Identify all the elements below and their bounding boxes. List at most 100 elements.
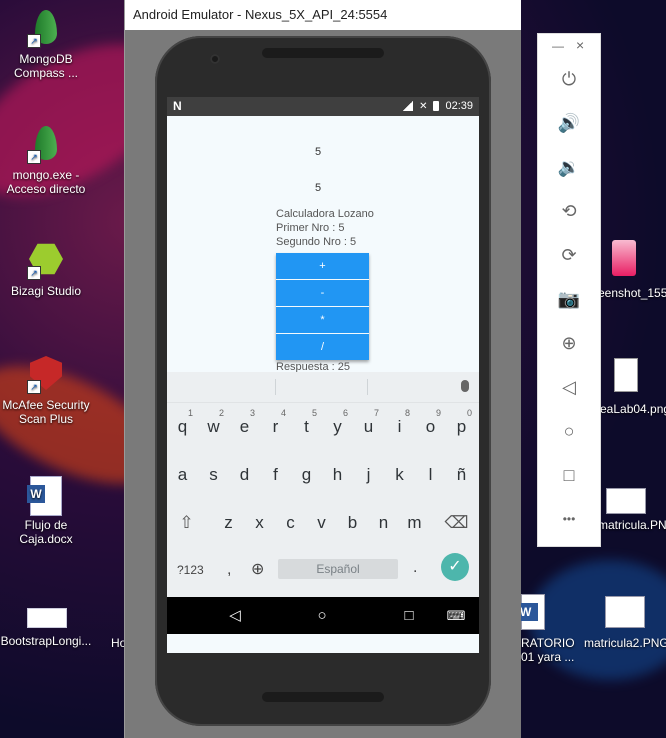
key-h[interactable]: h — [322, 451, 353, 499]
desktop-icon-label: matricula2.PNG — [584, 636, 666, 650]
key-g[interactable]: g — [291, 451, 322, 499]
status-time: 02:39 — [445, 100, 473, 112]
desktop-icon-label: eenshot_155. — [598, 286, 666, 300]
word-document-icon: W — [520, 594, 545, 630]
key-z[interactable]: z — [213, 499, 244, 547]
desktop-icon-label: MongoDB Compass ... — [13, 52, 79, 80]
status-bar: N ✕ 02:39 — [167, 97, 479, 116]
android-nav-bar: ◁ ○ □ ⌨ — [167, 597, 479, 634]
key-v[interactable]: v — [306, 499, 337, 547]
desktop-icon-label: matricula.PNG — [598, 518, 666, 532]
close-button[interactable]: × — [576, 37, 584, 53]
image-file-icon — [605, 596, 645, 628]
keyboard-row-1: 1q 2w 3e 4r 5t 6y 7u 8i 9o 0p — [167, 403, 479, 451]
app-title: Calculadora Lozano — [276, 208, 374, 220]
bootstraplongi-file[interactable]: BootstrapLongi... — [0, 608, 92, 648]
word-document-icon: W — [27, 476, 62, 516]
keyboard-row-4: ?123 , ⊕ Español . ✓ — [167, 547, 479, 595]
zoom-icon[interactable]: ⊕ — [554, 328, 584, 358]
volume-down-icon[interactable]: 🔉 — [554, 152, 584, 182]
comma-key[interactable]: , — [227, 561, 231, 579]
no-sim-icon: ✕ — [419, 100, 428, 112]
back-icon[interactable]: ◁ — [554, 372, 584, 402]
key-b[interactable]: b — [337, 499, 368, 547]
second-number-label: Segundo Nro : 5 — [276, 236, 357, 248]
notification-icon: N — [173, 99, 182, 113]
key-x[interactable]: x — [244, 499, 275, 547]
key-k[interactable]: k — [384, 451, 415, 499]
key-y[interactable]: 6y — [322, 403, 353, 451]
key-u[interactable]: 7u — [353, 403, 384, 451]
enter-check-icon[interactable]: ✓ — [441, 553, 469, 581]
home-icon[interactable]: ○ — [554, 416, 584, 446]
space-bar[interactable]: Español — [278, 559, 398, 579]
key-f[interactable]: f — [260, 451, 291, 499]
first-number-input[interactable]: 5 — [315, 146, 321, 158]
emulator-toolbar: — × ⏻ 🔊 🔉 ⟲ ⟳ 📷 ⊕ ◁ ○ □ ••• — [537, 33, 601, 547]
signal-icon — [403, 101, 414, 111]
key-q[interactable]: 1q — [167, 403, 198, 451]
bizagi-studio-shortcut[interactable]: ↗ Bizagi Studio — [0, 240, 92, 298]
desktop-icon-label: reaLab04.png — [596, 402, 666, 416]
period-key[interactable]: . — [413, 559, 417, 577]
desktop-icon-label: RATORIO 01 yara ... — [521, 636, 575, 664]
emulator-window: Android Emulator - Nexus_5X_API_24:5554 … — [124, 0, 521, 738]
emulator-title: Android Emulator - Nexus_5X_API_24:5554 — [125, 0, 521, 30]
multiply-button[interactable]: * — [276, 307, 369, 333]
keyboard-row-3: ⇧ z x c v b n m ⌫ — [167, 499, 479, 547]
camera-icon[interactable]: 📷 — [554, 284, 584, 314]
soft-keyboard: 1q 2w 3e 4r 5t 6y 7u 8i 9o 0p a s d f g … — [167, 372, 479, 597]
rotate-left-icon[interactable]: ⟲ — [554, 196, 584, 226]
power-icon[interactable]: ⏻ — [554, 64, 584, 94]
file-thumbnail-icon — [27, 608, 67, 628]
divide-button[interactable]: / — [276, 334, 369, 360]
key-o[interactable]: 9o — [415, 403, 446, 451]
key-n[interactable]: n — [368, 499, 399, 547]
desktop-icon-label: mongo.exe - Acceso directo — [6, 168, 86, 196]
suggestion-strip — [167, 372, 479, 403]
top-speaker — [262, 48, 384, 58]
key-r[interactable]: 4r — [260, 403, 291, 451]
key-a[interactable]: a — [167, 451, 198, 499]
add-button[interactable]: + — [276, 253, 369, 279]
volume-up-icon[interactable]: 🔊 — [554, 108, 584, 138]
key-e[interactable]: 3e — [229, 403, 260, 451]
desktop-icon-label: McAfee Security Scan Plus — [2, 398, 90, 426]
flujo-de-caja-doc[interactable]: W Flujo de Caja.docx — [0, 476, 92, 546]
minimize-button[interactable]: — — [552, 39, 564, 53]
mongodb-compass-shortcut[interactable]: ↗ MongoDB Compass ... — [0, 8, 92, 80]
key-i[interactable]: 8i — [384, 403, 415, 451]
nav-recents-icon[interactable]: □ — [392, 597, 426, 634]
key-m[interactable]: m — [399, 499, 430, 547]
desktop-icon-label: BootstrapLongi... — [0, 634, 92, 648]
bottom-speaker — [262, 692, 384, 702]
calculator-app: 5 5 Calculadora Lozano Primer Nro : 5 Se… — [167, 116, 479, 391]
more-icon[interactable]: ••• — [554, 504, 584, 534]
key-d[interactable]: d — [229, 451, 260, 499]
second-number-input[interactable]: 5 — [315, 182, 321, 194]
key-c[interactable]: c — [275, 499, 306, 547]
key-enye[interactable]: ñ — [446, 451, 477, 499]
keyboard-row-2: a s d f g h j k l ñ — [167, 451, 479, 499]
mongo-exe-shortcut[interactable]: ↗ mongo.exe - Acceso directo — [0, 124, 92, 196]
keyboard-switch-icon[interactable]: ⌨ — [439, 597, 473, 634]
key-l[interactable]: l — [415, 451, 446, 499]
key-s[interactable]: s — [198, 451, 229, 499]
nav-back-icon[interactable]: ◁ — [218, 597, 252, 634]
globe-icon[interactable]: ⊕ — [251, 559, 264, 579]
mcafee-shortcut[interactable]: ↗ McAfee Security Scan Plus — [0, 354, 92, 426]
shift-key[interactable]: ⇧ — [171, 499, 202, 547]
subtract-button[interactable]: - — [276, 280, 369, 306]
key-j[interactable]: j — [353, 451, 384, 499]
key-w[interactable]: 2w — [198, 403, 229, 451]
symbols-key[interactable]: ?123 — [177, 563, 204, 577]
overview-icon[interactable]: □ — [554, 460, 584, 490]
image-file-icon — [614, 358, 638, 392]
image-file-icon — [612, 240, 636, 276]
key-t[interactable]: 5t — [291, 403, 322, 451]
phone-screen[interactable]: N ✕ 02:39 5 5 Calculadora Lozano Primer … — [167, 97, 479, 653]
nav-home-icon[interactable]: ○ — [305, 597, 339, 634]
rotate-right-icon[interactable]: ⟳ — [554, 240, 584, 270]
key-p[interactable]: 0p — [446, 403, 477, 451]
backspace-key[interactable]: ⌫ — [441, 499, 472, 547]
